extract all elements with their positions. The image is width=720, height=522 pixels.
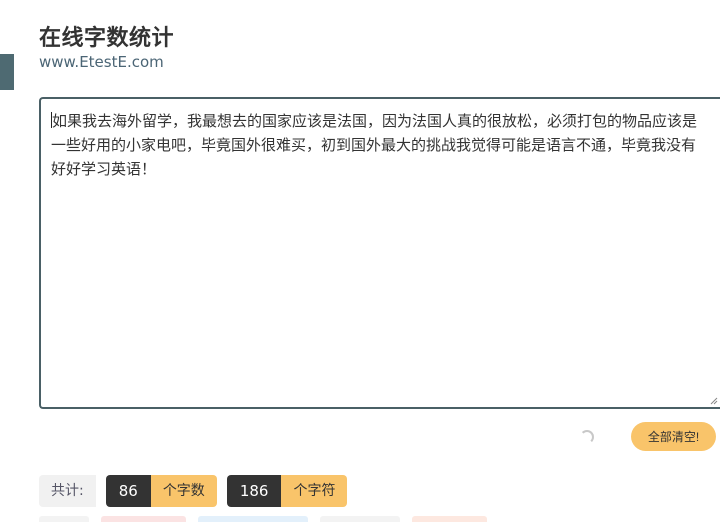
word-count-unit: 个字数 — [150, 475, 217, 507]
page-title: 在线字数统计 — [39, 26, 175, 51]
text-input-area[interactable]: 如果我去海外留学，我最想去的国家应该是法国，因为法国人真的很放松，必须打包的物品… — [39, 97, 720, 409]
partial-button — [198, 516, 308, 522]
loading-spinner-icon — [580, 430, 594, 444]
resize-handle-icon[interactable] — [709, 396, 718, 405]
stats-bar: 共计: 86 个字数 186 个字符 — [39, 475, 348, 507]
partial-button — [320, 516, 400, 522]
char-count-unit: 个字符 — [281, 475, 348, 507]
partial-button — [412, 516, 487, 522]
input-text: 如果我去海外留学，我最想去的国家应该是法国，因为法国人真的很放松，必须打包的物品… — [51, 112, 698, 178]
stats-label: 共计: — [39, 475, 96, 507]
partial-button — [101, 516, 186, 522]
clear-all-button[interactable]: 全部清空! — [631, 422, 716, 451]
char-count-badge: 186 个字符 — [226, 475, 348, 507]
site-url: www.EtestE.com — [39, 53, 164, 71]
partial-button — [39, 516, 89, 522]
text-input-content[interactable]: 如果我去海外留学，我最想去的国家应该是法国，因为法国人真的很放松，必须打包的物品… — [41, 99, 720, 407]
left-accent-bar — [0, 54, 14, 90]
char-count-value: 186 — [226, 475, 282, 507]
word-count-badge: 86 个字数 — [105, 475, 217, 507]
word-count-value: 86 — [105, 475, 151, 507]
bottom-partial-buttons — [39, 516, 487, 522]
